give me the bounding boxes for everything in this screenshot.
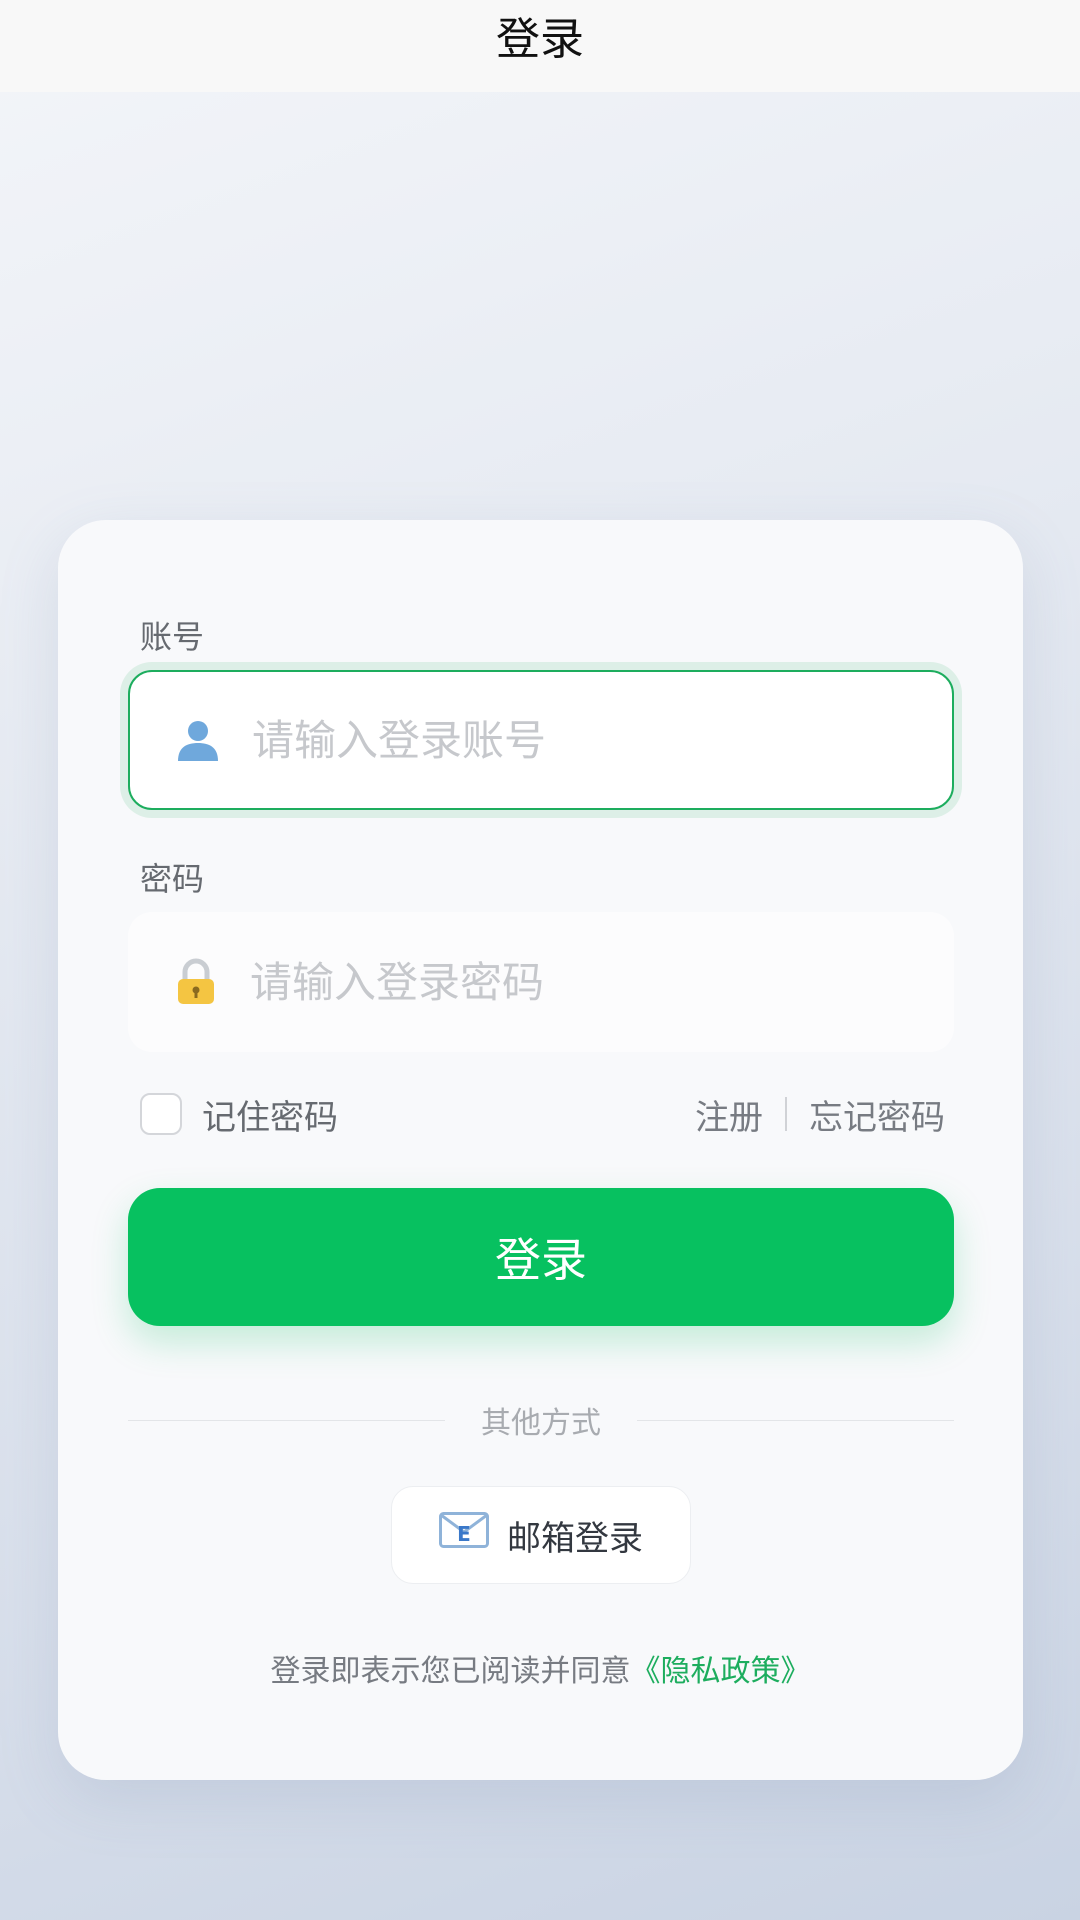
other-methods-label: 其他方式	[481, 1406, 601, 1441]
email-icon: E	[439, 1512, 489, 1558]
password-label: 密码	[140, 860, 205, 898]
login-card: 账号 密码 记住密码 注册 忘记密码	[58, 520, 1023, 1780]
remember-checkbox[interactable]	[140, 1093, 182, 1135]
remember-password[interactable]: 记住密码	[140, 1090, 338, 1139]
privacy-notice: 登录即表示您已阅读并同意《隐私政策》	[58, 1646, 1023, 1690]
password-field[interactable]	[128, 912, 954, 1052]
account-input[interactable]	[250, 714, 894, 766]
divider-line-left	[128, 1419, 445, 1421]
other-methods-divider: 其他方式	[128, 1400, 954, 1441]
divider-line-right	[637, 1419, 954, 1421]
register-link[interactable]: 注册	[695, 1090, 763, 1139]
options-row: 记住密码 注册 忘记密码	[140, 1090, 945, 1138]
privacy-text: 登录即表示您已阅读并同意	[270, 1654, 631, 1689]
forgot-password-link[interactable]: 忘记密码	[809, 1090, 945, 1139]
email-login-label: 邮箱登录	[507, 1518, 643, 1559]
account-field[interactable]	[128, 670, 954, 810]
remember-label: 记住密码	[202, 1097, 338, 1138]
email-login-button[interactable]: E 邮箱登录	[391, 1486, 691, 1584]
account-label: 账号	[140, 618, 205, 656]
privacy-policy-link[interactable]: 《隐私政策》	[631, 1654, 811, 1689]
svg-text:E: E	[457, 1522, 471, 1546]
login-button[interactable]: 登录	[128, 1188, 954, 1326]
nav-bar: 登录	[0, 0, 1080, 92]
account-links: 注册 忘记密码	[695, 1090, 945, 1139]
lock-icon	[166, 958, 226, 1006]
link-separator	[785, 1097, 787, 1131]
page-title: 登录	[496, 14, 584, 65]
password-input[interactable]	[248, 956, 892, 1008]
user-icon	[168, 717, 228, 763]
